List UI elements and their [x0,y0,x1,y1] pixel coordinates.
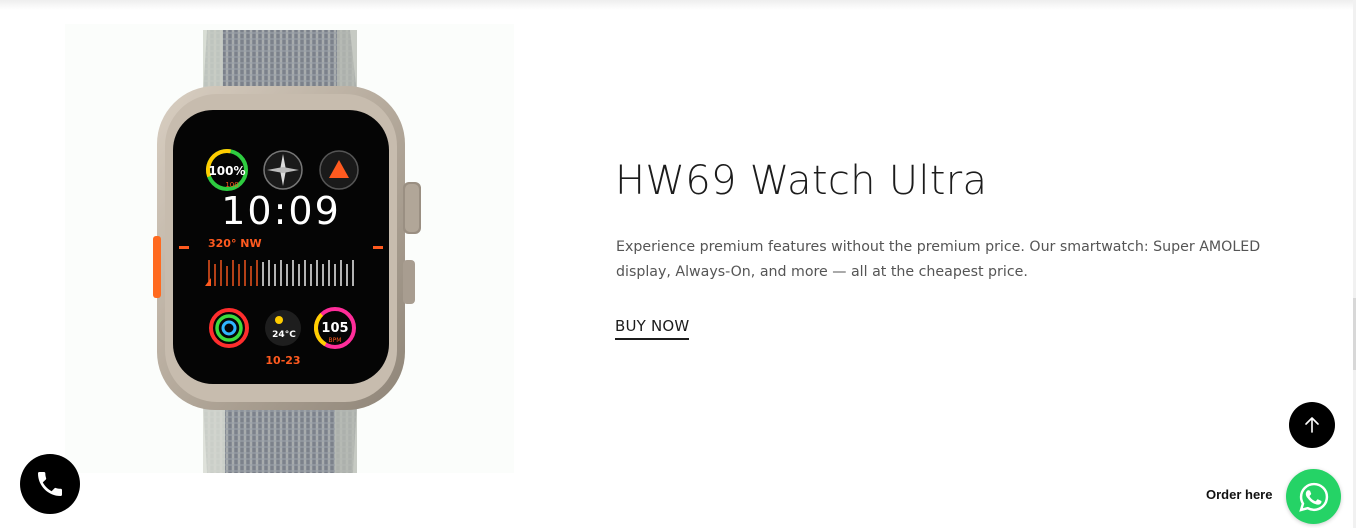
product-title: HW69 Watch Ultra [615,158,988,204]
watch-time: 10:09 [221,189,341,233]
buy-now-link[interactable]: BUY NOW [615,317,690,340]
phone-icon [38,472,62,496]
phone-call-button[interactable] [20,454,80,514]
whatsapp-icon [1298,482,1328,512]
smartwatch-image: 100% 100 10:09 320° NW 24°C 105 BPM 10-2… [153,30,421,473]
battery-label: 100% [208,164,245,178]
order-here-label[interactable]: Order here [1206,487,1272,502]
watch-heart-rate-unit: BPM [329,337,342,344]
whatsapp-button[interactable] [1286,469,1341,524]
watch-temperature: 24°C [272,330,296,340]
battery-sub-label: 100 [225,181,238,189]
watch-date: 10-23 [265,354,300,367]
product-image: 100% 100 10:09 320° NW 24°C 105 BPM 10-2… [65,24,514,473]
arrow-up-icon [1305,417,1319,433]
header-shadow [0,0,1356,10]
product-description: Experience premium features without the … [616,239,1261,280]
watch-heading: 320° NW [208,237,262,250]
scroll-to-top-button[interactable] [1289,402,1335,448]
watch-heart-rate: 105 [321,321,348,336]
